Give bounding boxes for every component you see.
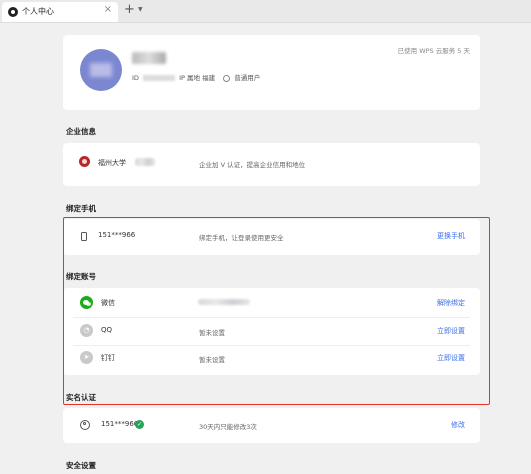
section-title-phone: 绑定手机 [66, 204, 96, 213]
phone-card: 151***966 绑定手机，让登录使用更安全 更换手机 [63, 219, 480, 255]
profile-card: ID IP 属地 福建 普通用户 已使用 WPS 云服务 5 天 [63, 35, 480, 110]
divider [73, 345, 470, 346]
modify-realname-link[interactable]: 修改 [451, 420, 465, 430]
tab-personal-center[interactable]: 个人中心 × [2, 2, 118, 22]
tab-title: 个人中心 [22, 7, 54, 16]
new-tab-plus-icon[interactable]: + [124, 2, 135, 17]
user-id-label: ID [132, 74, 139, 82]
enterprise-note: 企业加 V 认证，提高企业信用和地位 [199, 161, 306, 169]
wechat-nickname-redacted [198, 299, 250, 305]
account-name: 微信 [101, 299, 115, 307]
verified-check-icon: ✓ [135, 420, 144, 429]
account-status: 暂未设置 [199, 329, 225, 337]
browser-tab-bar: 个人中心 × + ▼ [0, 0, 531, 23]
section-title-enterprise: 企业信息 [66, 127, 96, 136]
main-content: ID IP 属地 福建 普通用户 已使用 WPS 云服务 5 天 企业信息 福州… [0, 23, 531, 474]
setup-qq-link[interactable]: 立即设置 [437, 326, 465, 336]
dingtalk-icon: ➤ [80, 351, 93, 364]
university-logo-icon [79, 156, 90, 167]
realname-number: 151***966 [101, 420, 139, 428]
accounts-card: 微信 解除绑定 ◔ QQ 暂未设置 立即设置 ➤ 钉钉 暂未设置 立即设置 [63, 288, 480, 375]
account-status: 暂未设置 [199, 356, 225, 364]
enterprise-card: 福州大学 企业加 V 认证，提高企业信用和地位 [63, 143, 480, 186]
account-name: QQ [101, 326, 113, 334]
divider [73, 317, 470, 318]
phone-icon [81, 232, 87, 241]
unbind-wechat-link[interactable]: 解除绑定 [437, 298, 465, 308]
setup-dingtalk-link[interactable]: 立即设置 [437, 353, 465, 363]
chevron-down-icon[interactable]: ▼ [138, 6, 143, 13]
wechat-icon [80, 296, 93, 309]
phone-number: 151***966 [98, 231, 136, 239]
section-title-realname: 实名认证 [66, 393, 96, 402]
user-meta: ID IP 属地 福建 普通用户 [132, 72, 260, 82]
account-name: 钉钉 [101, 354, 115, 362]
user-type: 普通用户 [234, 74, 261, 82]
qq-icon: ◔ [80, 324, 93, 337]
enterprise-name: 福州大学 [98, 159, 126, 167]
close-icon[interactable]: × [104, 4, 112, 15]
wps-logo-icon [8, 7, 18, 17]
ip-location: IP 属地 福建 [179, 74, 216, 82]
avatar[interactable] [80, 49, 122, 91]
section-title-security: 安全设置 [66, 461, 96, 470]
user-name-redacted [132, 52, 166, 64]
phone-note: 绑定手机，让登录使用更安全 [199, 234, 284, 242]
realname-card: 151***966 ✓ 30天内只能修改3次 修改 [63, 408, 480, 443]
person-icon [80, 420, 90, 430]
storage-note: 已使用 WPS 云服务 5 天 [397, 47, 470, 55]
enterprise-redacted [135, 158, 155, 166]
change-phone-link[interactable]: 更换手机 [437, 231, 465, 241]
user-type-icon [223, 74, 231, 82]
section-title-accounts: 绑定账号 [66, 272, 96, 281]
realname-note: 30天内只能修改3次 [199, 423, 257, 431]
user-id-redacted [143, 75, 176, 81]
